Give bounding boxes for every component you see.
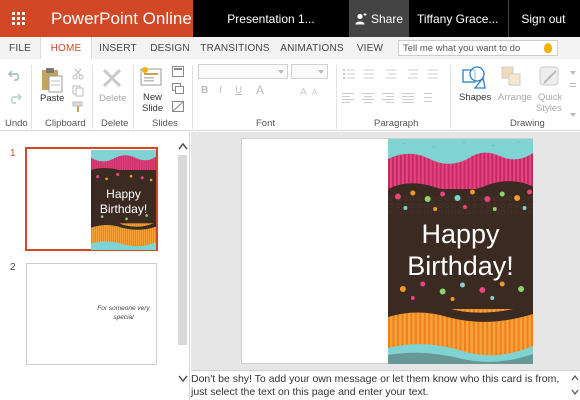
tab-home[interactable]: HOME (40, 37, 92, 59)
thumb-2-text-line1: For someone very (97, 305, 150, 312)
ribbon: Undo Paste Clipboard Delete Delete New S… (0, 59, 580, 131)
new-slide-label-line2[interactable]: Slide (142, 103, 163, 114)
quick-styles-icon[interactable] (538, 65, 562, 89)
thumbnail-scrollbar[interactable] (178, 155, 187, 345)
notes-scroll-icon[interactable] (571, 374, 579, 396)
tab-file[interactable]: FILE (0, 37, 40, 59)
notes-text[interactable]: Don't be shy! To add your own message or… (191, 373, 566, 399)
tell-me-placeholder: Tell me what you want to do (403, 42, 521, 54)
cut-icon[interactable] (72, 68, 84, 80)
notes-collapse-icon[interactable] (178, 375, 188, 383)
group-separator (192, 65, 193, 129)
font-name-select[interactable] (198, 64, 288, 79)
quick-styles-label-line2[interactable]: Styles (536, 103, 562, 114)
thumb-1-text-line1: Happy (106, 187, 141, 201)
align-buttons-icon[interactable] (342, 92, 442, 104)
new-slide-icon[interactable] (140, 66, 164, 90)
share-button[interactable]: Share (349, 0, 409, 37)
current-slide[interactable]: Happy Birthday! (241, 138, 533, 364)
shapes-button[interactable]: Shapes (459, 92, 491, 103)
scroll-up-icon[interactable] (178, 142, 188, 150)
group-separator (92, 65, 93, 129)
paste-icon[interactable] (40, 66, 64, 94)
svg-text:A: A (300, 87, 307, 96)
slide-thumbnail-2[interactable]: For someone very special (26, 263, 157, 365)
document-title[interactable]: Presentation 1... (227, 12, 314, 26)
new-slide-label-line1[interactable]: New (143, 92, 162, 103)
lightbulb-icon (544, 43, 552, 53)
font-color-button[interactable]: A (256, 83, 264, 97)
list-buttons-icon[interactable] (342, 67, 442, 81)
bold-button[interactable]: B (201, 85, 208, 96)
app-launcher-icon[interactable] (0, 0, 37, 37)
hide-slide-icon[interactable] (172, 101, 184, 112)
group-label-clipboard: Clipboard (45, 118, 86, 129)
thumb-2-text-line2: special (113, 314, 134, 321)
group-separator (133, 65, 134, 129)
quick-styles-label-line1[interactable]: Quick (538, 92, 562, 103)
group-label-paragraph: Paragraph (374, 118, 419, 129)
tab-animations[interactable]: ANIMATIONS (274, 37, 350, 59)
paste-button[interactable]: Paste (40, 93, 64, 104)
share-label: Share (370, 11, 404, 26)
italic-button[interactable]: I (219, 85, 222, 96)
tab-insert[interactable]: INSERT (92, 37, 144, 59)
account-area: Tiffany Grace... Sign out (409, 0, 580, 37)
font-size-select[interactable] (291, 64, 328, 79)
group-label-font: Font (256, 118, 276, 129)
layout-icon[interactable] (172, 66, 184, 77)
arrange-icon[interactable] (500, 65, 524, 89)
app-name[interactable]: PowerPoint Online (51, 9, 192, 29)
delete-x-icon (102, 68, 122, 88)
group-separator (336, 65, 337, 129)
slide-title-line2[interactable]: Birthday! (388, 251, 533, 281)
group-separator (450, 65, 451, 129)
group-label-slides: Slides (152, 118, 178, 129)
underline-button[interactable]: U (235, 85, 242, 96)
copy-icon[interactable] (72, 85, 84, 97)
sign-out-link[interactable]: Sign out (521, 12, 565, 26)
group-label-undo: Undo (5, 118, 28, 129)
group-label-drawing: Drawing (510, 118, 545, 129)
undo-icon[interactable] (8, 69, 22, 81)
title-separator (508, 0, 510, 37)
svg-text:A: A (312, 88, 318, 96)
delete-button[interactable]: Delete (99, 93, 126, 104)
ribbon-tabs: FILE HOME INSERT DESIGN TRANSITIONS ANIM… (0, 37, 580, 59)
shapes-icon[interactable] (461, 64, 487, 90)
slide-number: 2 (10, 262, 16, 273)
format-painter-icon[interactable] (72, 101, 84, 113)
group-separator (31, 65, 32, 129)
thumb-1-text-line2: Birthday! (99, 202, 148, 216)
redo-icon[interactable] (8, 92, 22, 104)
tell-me-box[interactable]: Tell me what you want to do (398, 40, 558, 56)
share-person-icon (355, 12, 367, 24)
group-label-delete: Delete (101, 118, 129, 129)
drawing-more-icon[interactable] (568, 69, 578, 119)
grow-shrink-font-icon[interactable]: A A (300, 86, 324, 96)
title-bar: PowerPoint Online Presentation 1... Shar… (0, 0, 580, 37)
arrange-button[interactable]: Arrange (498, 92, 532, 103)
tab-view[interactable]: VIEW (350, 37, 390, 59)
duplicate-slide-icon[interactable] (172, 83, 184, 94)
slide-thumbnails-pane: 1 Happy Birthday! 2 For someone very spe… (0, 132, 190, 400)
slide-title-line1[interactable]: Happy (388, 219, 533, 249)
tab-design[interactable]: DESIGN (144, 37, 196, 59)
brand-area: PowerPoint Online (0, 0, 193, 37)
slide-thumbnail-1[interactable]: Happy Birthday! (25, 147, 158, 251)
user-name[interactable]: Tiffany Grace... (417, 12, 498, 26)
slide-number: 1 (10, 148, 16, 159)
notes-pane[interactable]: Don't be shy! To add your own message or… (191, 370, 580, 400)
tab-transitions[interactable]: TRANSITIONS (196, 37, 274, 59)
document-title-area: Presentation 1... (193, 0, 349, 37)
